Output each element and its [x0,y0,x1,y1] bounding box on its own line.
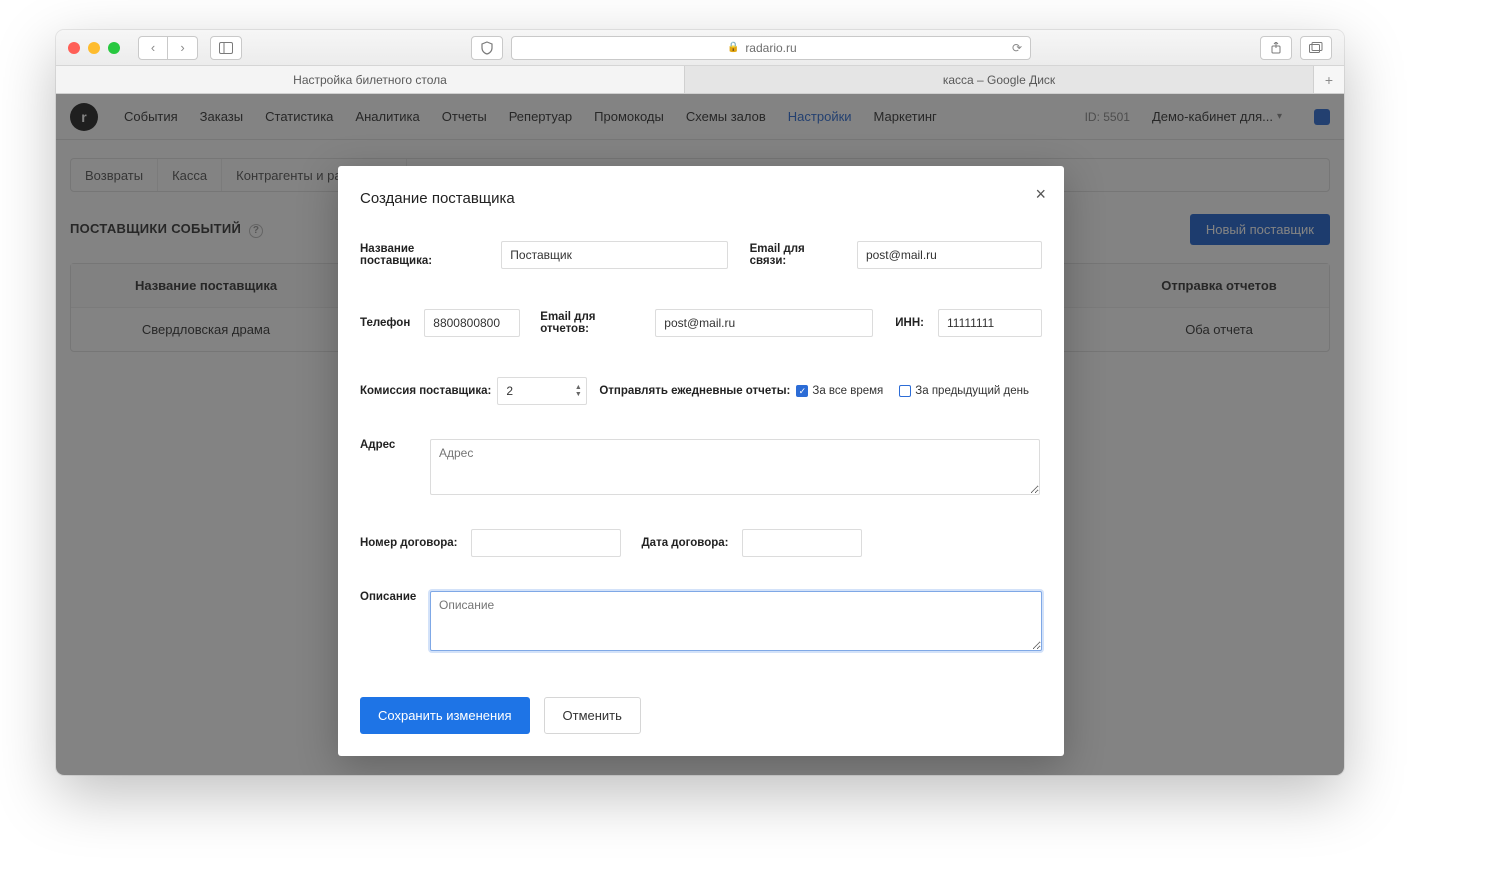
create-supplier-modal: Создание поставщика × Название поставщик… [338,166,1064,756]
browser-tabs: Настройка билетного стола касса – Google… [56,66,1344,94]
contract-date-input[interactable] [742,529,862,557]
browser-tab-label: касса – Google Диск [943,73,1055,87]
contract-num-label: Номер договора: [360,537,457,549]
browser-window: ‹ › 🔒 radario.ru ⟳ [56,30,1344,775]
contract-num-input[interactable] [471,529,621,557]
browser-tab-0[interactable]: Настройка билетного стола [56,66,685,93]
share-button[interactable] [1260,36,1292,60]
save-button[interactable]: Сохранить изменения [360,697,530,734]
close-modal-button[interactable]: × [1035,184,1046,205]
minimize-window-button[interactable] [88,42,100,54]
name-input[interactable] [501,241,727,269]
prev-day-checkbox[interactable]: За предыдущий день [899,385,1029,397]
description-label: Описание [360,591,416,603]
chevron-up-icon: ▲ [571,384,585,391]
phone-input[interactable] [424,309,520,337]
checkbox-icon [899,385,911,397]
address-label: Адрес [360,439,416,451]
window-controls [68,42,120,54]
address-textarea[interactable] [430,439,1040,495]
address-bar-host: radario.ru [745,41,796,55]
inn-input[interactable] [938,309,1042,337]
description-textarea[interactable] [430,591,1042,651]
all-time-checkbox[interactable]: ✓ За все время [796,385,883,397]
shield-icon [480,41,494,55]
prev-day-label: За предыдущий день [915,385,1029,397]
back-button[interactable]: ‹ [138,36,168,60]
tabs-icon [1309,42,1323,54]
commission-label: Комиссия поставщика: [360,385,491,397]
toolbar-right [1260,36,1332,60]
all-time-label: За все время [812,385,883,397]
forward-button[interactable]: › [168,36,198,60]
daily-reports-label: Отправлять ежедневные отчеты: [599,385,790,397]
new-tab-button[interactable]: + [1314,66,1344,93]
phone-label: Телефон [360,317,410,329]
name-label: Название поставщика: [360,243,487,267]
contact-email-label: Email для связи: [750,243,843,267]
checkbox-checked-icon: ✓ [796,385,808,397]
modal-title: Создание поставщика [360,190,1042,207]
reload-icon[interactable]: ⟳ [1012,41,1022,55]
report-email-label: Email для отчетов: [540,311,641,335]
modal-actions: Сохранить изменения Отменить [360,697,1042,734]
maximize-window-button[interactable] [108,42,120,54]
reader-button[interactable] [471,36,503,60]
page: r События Заказы Статистика Аналитика От… [56,94,1344,775]
browser-titlebar: ‹ › 🔒 radario.ru ⟳ [56,30,1344,66]
contact-email-input[interactable] [857,241,1042,269]
commission-stepper[interactable]: ▲ ▼ [571,379,585,403]
contract-date-label: Дата договора: [641,537,728,549]
chevron-down-icon: ▼ [571,391,585,398]
close-window-button[interactable] [68,42,80,54]
browser-tab-1[interactable]: касса – Google Диск [685,66,1314,93]
report-email-input[interactable] [655,309,873,337]
inn-label: ИНН: [895,317,924,329]
share-icon [1270,42,1282,54]
address-bar[interactable]: 🔒 radario.ru ⟳ [511,36,1031,60]
browser-tab-label: Настройка билетного стола [293,73,447,87]
lock-icon: 🔒 [727,42,739,53]
sidebar-toggle-button[interactable] [210,36,242,60]
sidebar-icon [219,42,233,54]
address-bar-area: 🔒 radario.ru ⟳ [250,36,1252,60]
nav-back-forward: ‹ › [138,36,198,60]
tabs-button[interactable] [1300,36,1332,60]
cancel-button[interactable]: Отменить [544,697,641,734]
